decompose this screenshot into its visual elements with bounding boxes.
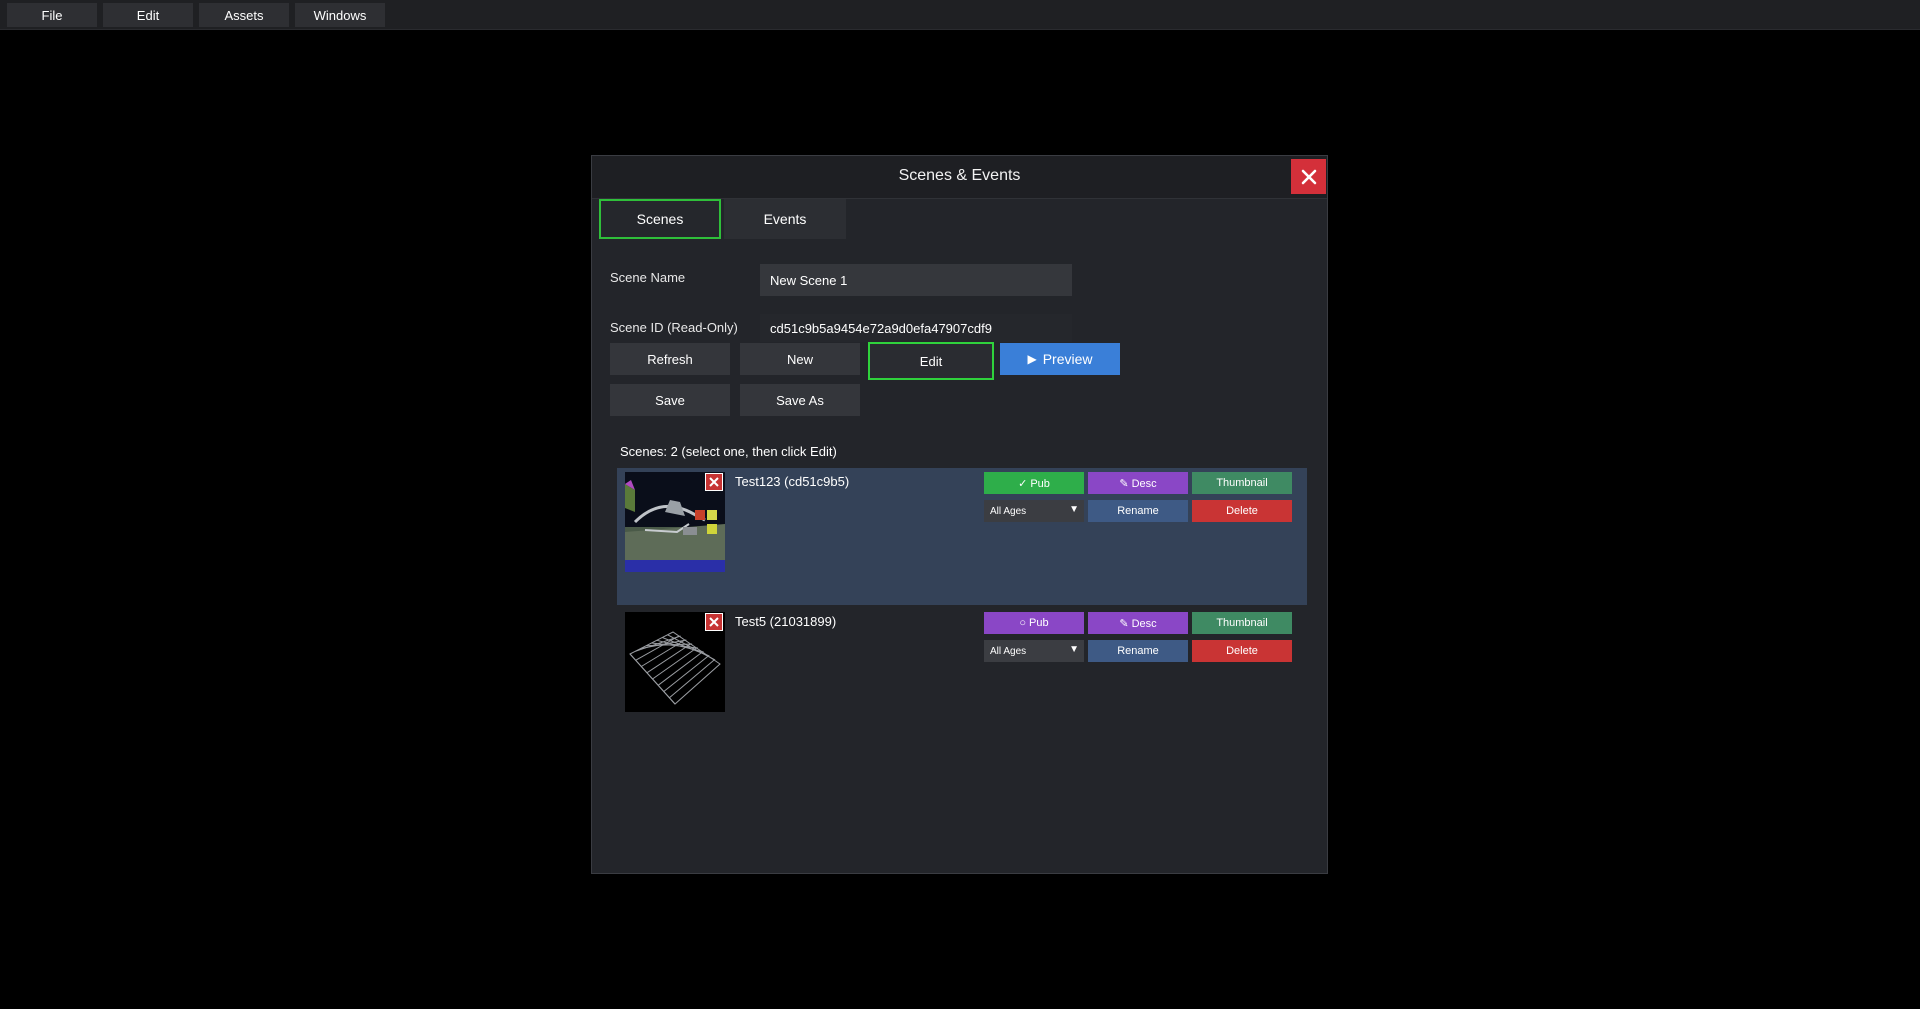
- tab-events[interactable]: Events: [724, 199, 846, 239]
- scene-name-input[interactable]: [760, 264, 1072, 296]
- new-button[interactable]: New: [740, 343, 860, 375]
- scene-row[interactable]: Test123 (cd51c9b5) ✓ Pub ✎ Desc Thumbnai…: [617, 468, 1307, 605]
- menu-bar: File Edit Assets Windows: [0, 0, 1920, 30]
- dialog-header: Scenes & Events: [592, 156, 1327, 199]
- publish-toggle[interactable]: ○ Pub: [984, 612, 1084, 634]
- rename-button[interactable]: Rename: [1088, 640, 1188, 662]
- close-icon: [1301, 169, 1316, 184]
- age-rating-select[interactable]: All Ages ▼: [984, 500, 1084, 522]
- close-icon: [709, 477, 719, 487]
- dialog-title: Scenes & Events: [898, 167, 1021, 184]
- scene-id-label: Scene ID (Read-Only): [610, 320, 738, 335]
- scene-count-text: Scenes: 2 (select one, then click Edit): [620, 444, 837, 459]
- close-button[interactable]: [1291, 159, 1326, 194]
- delete-button[interactable]: Delete: [1192, 640, 1292, 662]
- scene-row[interactable]: Test5 (21031899) ○ Pub ✎ Desc Thumbnail …: [617, 608, 1307, 745]
- menu-edit[interactable]: Edit: [103, 3, 193, 27]
- delete-button[interactable]: Delete: [1192, 500, 1292, 522]
- dropdown-arrow-icon: ▼: [1069, 504, 1079, 515]
- scene-id-value: cd51c9b5a9454e72a9d0efa47907cdf9: [760, 314, 1072, 342]
- age-rating-value: All Ages: [990, 645, 1027, 657]
- rename-button[interactable]: Rename: [1088, 500, 1188, 522]
- edit-button[interactable]: Edit: [868, 342, 994, 380]
- close-icon: [709, 617, 719, 627]
- description-button[interactable]: ✎ Desc: [1088, 612, 1188, 634]
- preview-button[interactable]: ▶ Preview: [1000, 343, 1120, 375]
- age-rating-select[interactable]: All Ages ▼: [984, 640, 1084, 662]
- description-button[interactable]: ✎ Desc: [1088, 472, 1188, 494]
- thumbnail-button[interactable]: Thumbnail: [1192, 612, 1292, 634]
- age-rating-value: All Ages: [990, 505, 1027, 517]
- scenes-events-dialog: Scenes & Events Scenes Events Scene Name…: [591, 155, 1328, 874]
- remove-thumbnail-button[interactable]: [705, 473, 723, 491]
- play-icon: ▶: [1027, 352, 1037, 366]
- save-button[interactable]: Save: [610, 384, 730, 416]
- dropdown-arrow-icon: ▼: [1069, 644, 1079, 655]
- scene-name-label: Scene Name: [610, 270, 686, 285]
- scene-name: Test123 (cd51c9b5): [735, 474, 850, 489]
- preview-label: Preview: [1042, 351, 1093, 367]
- remove-thumbnail-button[interactable]: [705, 613, 723, 631]
- scene-name: Test5 (21031899): [735, 614, 837, 629]
- menu-assets[interactable]: Assets: [199, 3, 289, 27]
- save-as-button[interactable]: Save As: [740, 384, 860, 416]
- tab-scenes[interactable]: Scenes: [599, 199, 721, 239]
- thumbnail-button[interactable]: Thumbnail: [1192, 472, 1292, 494]
- refresh-button[interactable]: Refresh: [610, 343, 730, 375]
- menu-file[interactable]: File: [7, 3, 97, 27]
- publish-toggle[interactable]: ✓ Pub: [984, 472, 1084, 494]
- menu-windows[interactable]: Windows: [295, 3, 385, 27]
